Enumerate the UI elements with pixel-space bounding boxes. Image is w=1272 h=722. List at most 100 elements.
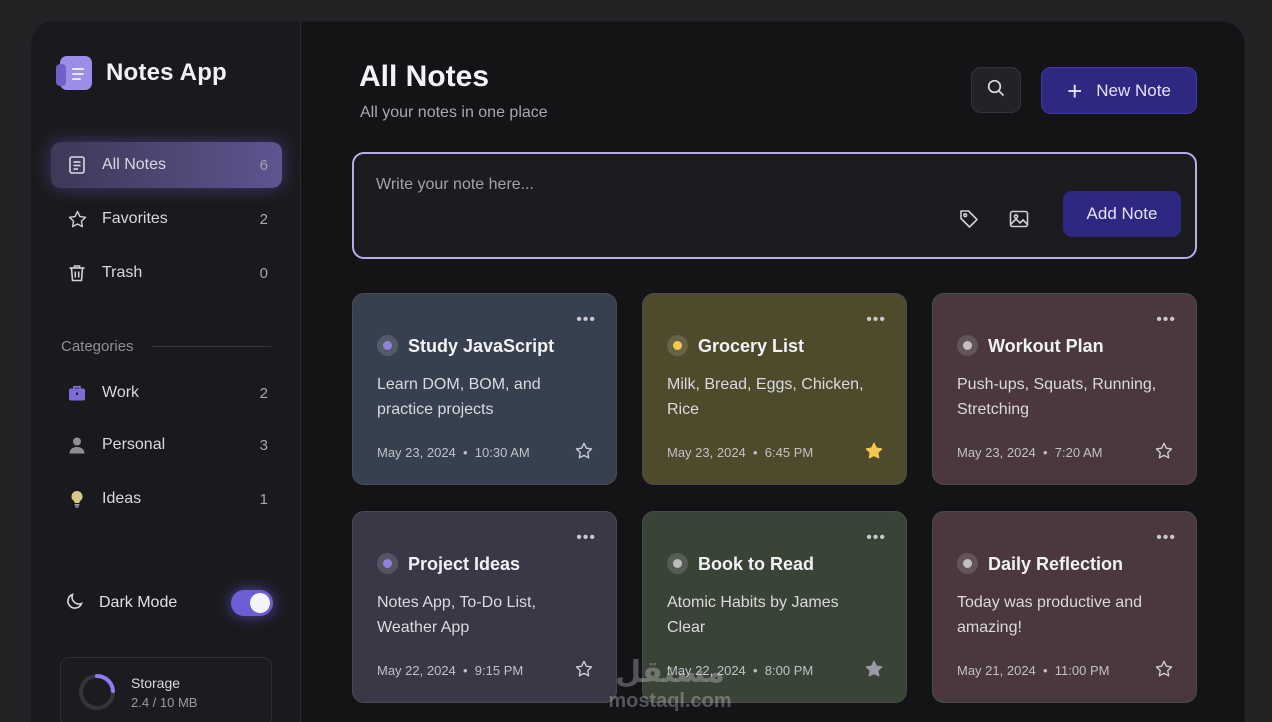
person-icon [66,434,88,456]
note-date-text: May 23, 2024 [377,445,456,460]
note-date: May 22, 2024 • 9:15 PM [377,663,524,678]
app-window: Notes App All Notes 6 Favorites 2 Trash … [32,22,1244,722]
note-date-text: May 23, 2024 [957,445,1036,460]
category-item-ideas[interactable]: Ideas 1 [51,476,282,522]
star-icon [66,208,88,230]
color-dot-icon [667,553,688,574]
note-body: Atomic Habits by James Clear [667,594,839,636]
favorite-star-icon[interactable] [574,441,594,461]
note-input[interactable] [376,176,936,194]
note-body: Learn DOM, BOM, and practice projects [377,376,541,418]
nav-count: 2 [259,210,268,228]
trash-icon [66,262,88,284]
note-card[interactable]: ••• Grocery List Milk, Bread, Eggs, Chicke… [642,293,907,485]
note-date: May 22, 2024 • 8:00 PM [667,663,814,678]
note-date-text: May 21, 2024 [957,663,1036,678]
note-date: May 23, 2024 • 7:20 AM [957,445,1103,460]
dark-mode-row: Dark Mode [65,588,273,618]
notes-logo-icon [56,56,92,90]
note-card[interactable]: ••• Daily Reflection Today was productive … [932,511,1197,703]
favorite-star-icon[interactable] [864,659,884,679]
note-card[interactable]: ••• Project Ideas Notes App, To-Do List, W… [352,511,617,703]
color-dot-icon [377,553,398,574]
nav-label: Favorites [102,210,168,227]
new-note-label: New Note [1096,80,1171,100]
add-note-button[interactable]: Add Note [1063,191,1181,237]
divider [151,346,271,347]
note-date-text: May 22, 2024 [377,663,456,678]
note-date: May 23, 2024 • 6:45 PM [667,445,814,460]
note-time-text: 10:30 AM [474,445,530,460]
note-title: Workout Plan [988,336,1104,356]
nav-count: 0 [259,264,268,282]
category-item-personal[interactable]: Personal 3 [51,422,282,468]
category-count: 1 [259,490,268,508]
note-date-text: May 22, 2024 [667,663,746,678]
color-dot-icon [377,335,398,356]
favorite-star-icon[interactable] [1154,441,1174,461]
note-time-text: 6:45 PM [764,445,814,460]
color-dot-icon [957,553,978,574]
toggle-knob [250,593,270,613]
search-button[interactable] [971,67,1021,113]
note-composer: Add Note [352,152,1197,259]
note-title: Project Ideas [408,554,521,574]
nav-label: All Notes [102,156,167,173]
new-note-button[interactable]: + New Note [1041,67,1197,114]
search-icon [986,78,1006,103]
plus-icon: + [1067,75,1083,106]
more-options-icon[interactable]: ••• [1156,529,1176,547]
note-title: Grocery List [698,336,805,356]
more-options-icon[interactable]: ••• [866,311,886,329]
category-count: 3 [259,436,268,454]
category-label: Personal [102,436,166,453]
note-time-text: 9:15 PM [474,663,524,678]
nav-item-all-notes[interactable]: All Notes 6 [51,142,282,188]
note-card[interactable]: ••• Study JavaScript Learn DOM, BOM, and p… [352,293,617,485]
note-body: Milk, Bread, Eggs, Chicken, Rice [667,376,864,418]
more-options-icon[interactable]: ••• [1156,311,1176,329]
note-body: Today was productive and amazing! [957,594,1142,636]
note-title: Study JavaScript [408,336,555,356]
storage-widget: Storage 2.4 / 10 MB [60,657,272,722]
note-time-text: 11:00 PM [1054,663,1110,678]
more-options-icon[interactable]: ••• [576,529,596,547]
storage-label: Storage [131,674,181,691]
favorite-star-icon[interactable] [1154,659,1174,679]
dark-mode-label: Dark Mode [99,594,178,611]
color-dot-icon [667,335,688,356]
tag-icon[interactable] [957,207,981,231]
sidebar: Notes App All Notes 6 Favorites 2 Trash … [32,22,301,722]
note-date-text: May 23, 2024 [667,445,746,460]
storage-ring [79,674,115,710]
page-title: All Notes [359,60,490,93]
category-item-work[interactable]: Work 2 [51,370,282,416]
note-icon [66,154,88,176]
favorite-star-icon[interactable] [864,441,884,461]
lightbulb-icon [66,488,88,510]
more-options-icon[interactable]: ••• [866,529,886,547]
nav-item-trash[interactable]: Trash 0 [51,250,282,296]
brand: Notes App [56,56,227,90]
image-icon[interactable] [1007,207,1031,231]
color-dot-icon [957,335,978,356]
dark-mode-toggle[interactable] [231,590,273,616]
storage-usage: 2.4 / 10 MB [131,694,198,710]
more-options-icon[interactable]: ••• [576,311,596,329]
categories-header: Categories [61,338,271,355]
note-body: Notes App, To-Do List, Weather App [377,594,536,636]
note-date: May 23, 2024 • 10:30 AM [377,445,530,460]
note-card[interactable]: ••• Workout Plan Push-ups, Squats, Running… [932,293,1197,485]
nav-label: Trash [102,264,143,281]
categories-title: Categories [61,338,134,355]
note-card[interactable]: ••• Book to Read Atomic Habits by James Cl… [642,511,907,703]
nav-item-favorites[interactable]: Favorites 2 [51,196,282,242]
category-label: Work [102,384,140,401]
app-title: Notes App [106,59,227,86]
favorite-star-icon[interactable] [574,659,594,679]
note-title: Book to Read [698,554,815,574]
nav-count: 6 [259,156,268,174]
note-time-text: 8:00 PM [764,663,814,678]
moon-icon [65,591,85,616]
briefcase-icon [66,382,88,404]
